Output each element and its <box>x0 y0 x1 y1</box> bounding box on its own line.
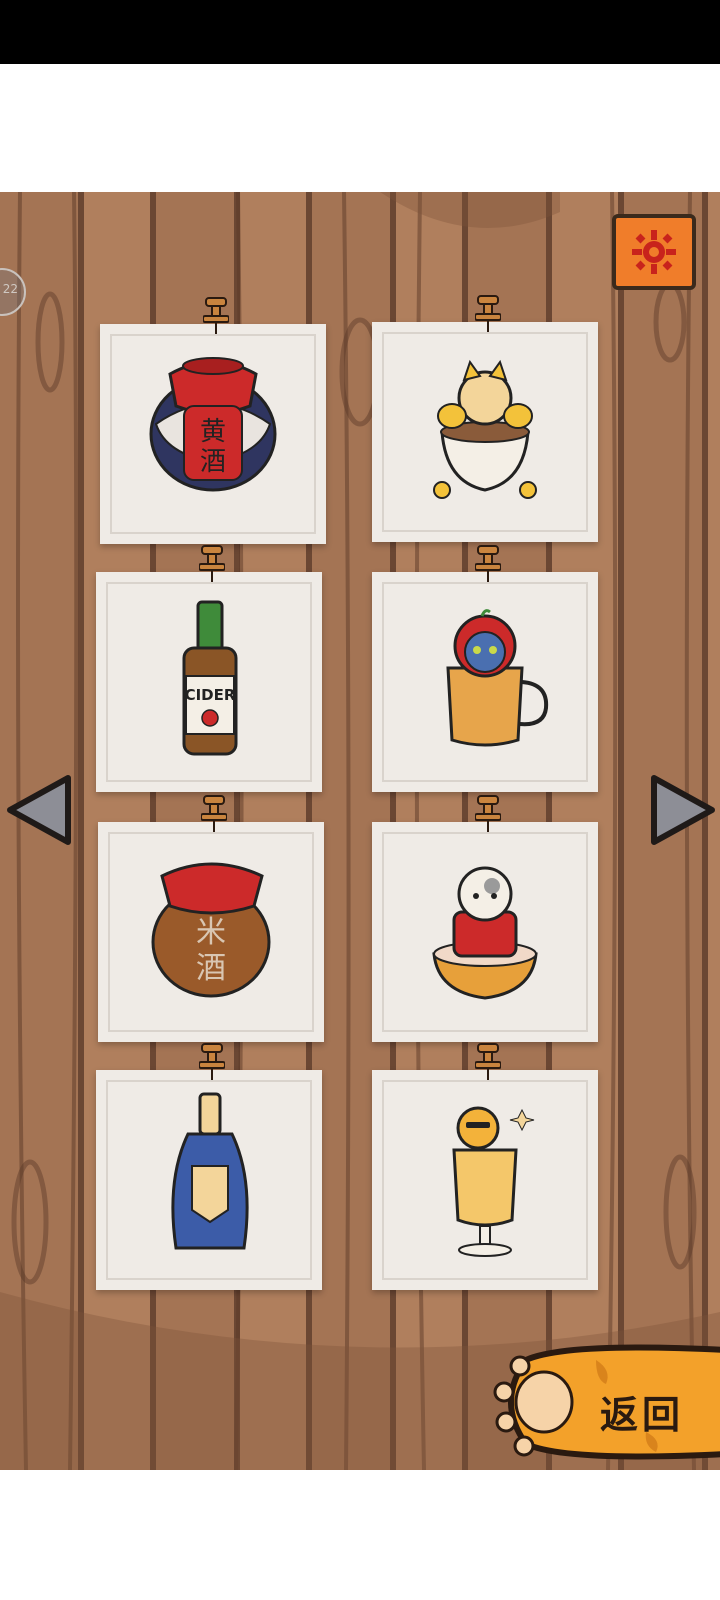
top-spacer <box>0 64 720 192</box>
item-card-lucky-cat[interactable] <box>372 795 598 1042</box>
cider-label: CIDER <box>185 686 236 704</box>
settings-button[interactable] <box>612 214 696 290</box>
status-bar <box>0 0 720 64</box>
jar-text-1: 黄 <box>200 417 226 447</box>
pushpin-icon <box>201 795 227 832</box>
lucky-cat-bowl-icon <box>432 866 538 1000</box>
item-card-blue-bottle[interactable] <box>96 1043 322 1290</box>
cat-sundae-icon <box>452 1106 535 1257</box>
pushpin-icon <box>475 545 501 582</box>
item-card-yellow-wine[interactable]: 黄 酒 <box>100 297 326 544</box>
item-card-cider[interactable]: CIDER <box>96 545 322 792</box>
floating-marker-label: 22 <box>2 282 18 296</box>
golden-cat-cup-icon <box>433 359 537 499</box>
item-card-cat-sundae[interactable] <box>372 1043 598 1290</box>
item-card-blue-cat-mug[interactable] <box>372 545 598 792</box>
jar-text-2: 酒 <box>196 951 226 986</box>
back-button-label: 返回 <box>600 1393 685 1437</box>
bottom-spacer <box>0 1470 720 1600</box>
pushpin-icon <box>203 297 229 334</box>
pushpin-icon <box>475 295 501 332</box>
yellow-wine-jar-icon: 黄 酒 <box>149 357 277 492</box>
pushpin-icon <box>475 1043 501 1080</box>
pushpin-icon <box>199 545 225 582</box>
gear-icon <box>632 230 676 274</box>
jar-text-2: 酒 <box>200 447 226 477</box>
rice-wine-jar-icon: 米 酒 <box>151 862 271 998</box>
item-card-golden-cat[interactable] <box>372 295 598 542</box>
next-page-button[interactable] <box>646 772 720 848</box>
pushpin-icon <box>199 1043 225 1080</box>
pushpin-icon <box>475 795 501 832</box>
item-card-rice-wine[interactable]: 米 酒 <box>98 795 324 1042</box>
blue-cat-mug-icon <box>446 609 549 747</box>
jar-text-1: 米 <box>196 915 226 950</box>
previous-page-button[interactable] <box>2 772 76 848</box>
blue-bottle-icon <box>171 1092 249 1250</box>
cider-bottle-icon: CIDER <box>182 600 238 756</box>
